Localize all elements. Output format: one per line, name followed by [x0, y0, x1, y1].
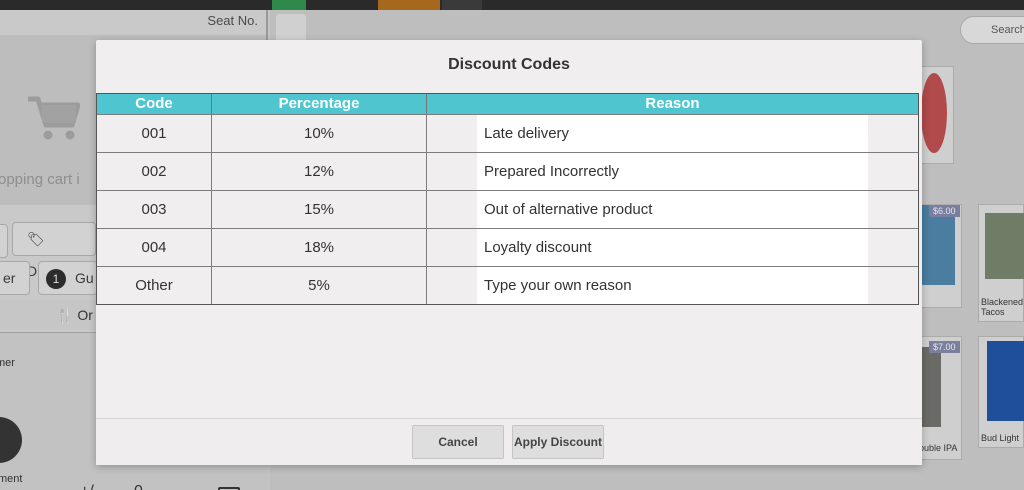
percentage-cell: 18% [212, 229, 427, 266]
discount-button[interactable]: 🏷 Discoun [12, 222, 96, 279]
tile-name: Bud Light [981, 433, 1020, 443]
tile-image [921, 205, 955, 285]
apply-discount-button[interactable]: Apply Discount [512, 425, 604, 459]
code-cell: 002 [97, 153, 212, 190]
payment-label: ment [0, 473, 23, 485]
code-cell: 001 [97, 115, 212, 152]
dialog-title: Discount Codes [448, 56, 570, 73]
side-button[interactable] [0, 224, 8, 258]
menu-tile[interactable]: Blackened Tacos [978, 204, 1024, 322]
order-button[interactable]: 🍴 Or [0, 300, 96, 330]
tile-name: Blackened Tacos [981, 297, 1024, 317]
payment-icon[interactable] [0, 417, 22, 463]
code-cell: Other [97, 267, 212, 304]
column-header-code: Code [97, 94, 212, 114]
tile-name: ouble IPA [919, 443, 958, 453]
tag-icon: 🏷 [27, 231, 45, 247]
order-type-label: er [3, 270, 16, 286]
table-row[interactable]: Other 5% Type your own reason [97, 266, 918, 304]
reason-cell: Type your own reason [427, 267, 918, 304]
customer-label: mer [0, 357, 15, 369]
reason-field[interactable]: Prepared Incorrectly [477, 153, 868, 190]
plus-minus-key[interactable]: +/- [80, 483, 99, 490]
column-header-percentage: Percentage [212, 94, 427, 114]
tab-indicator-gray [442, 0, 482, 10]
guests-label: Gu [75, 270, 94, 286]
tile-image [919, 347, 941, 427]
tile-image [987, 341, 1024, 421]
discount-codes-dialog: Discount Codes Code Percentage Reason 00… [96, 40, 922, 465]
search-placeholder: Search [991, 24, 1024, 36]
empty-cart-text: opping cart i [0, 171, 80, 188]
zero-key[interactable]: 0 [134, 483, 143, 490]
percentage-cell: 10% [212, 115, 427, 152]
percentage-cell: 12% [212, 153, 427, 190]
shopping-cart-icon [28, 96, 80, 140]
tab-indicator-green [272, 0, 306, 10]
reason-cell: Out of alternative product [427, 191, 918, 228]
search-input[interactable]: Search [960, 16, 1024, 44]
reason-cell: Late delivery [427, 115, 918, 152]
dialog-footer: Cancel Apply Discount [96, 418, 922, 465]
menu-tile[interactable]: Bud Light [978, 336, 1024, 448]
table-row[interactable]: 004 18% Loyalty discount [97, 228, 918, 266]
reason-cell: Prepared Incorrectly [427, 153, 918, 190]
table-row[interactable]: 002 12% Prepared Incorrectly [97, 152, 918, 190]
tab-indicator-orange [378, 0, 440, 10]
guest-count-badge: 1 [46, 269, 66, 289]
code-cell: 004 [97, 229, 212, 266]
seat-number-label: Seat No. [207, 13, 258, 28]
reason-cell: Loyalty discount [427, 229, 918, 266]
percentage-cell: 15% [212, 191, 427, 228]
percentage-cell: 5% [212, 267, 427, 304]
custom-reason-input[interactable]: Type your own reason [477, 267, 868, 304]
reason-field[interactable]: Out of alternative product [477, 191, 868, 228]
reason-field[interactable]: Loyalty discount [477, 229, 868, 266]
price-tag: $7.00 [929, 341, 960, 353]
column-header-reason: Reason [645, 95, 700, 112]
price-tag: $6.00 [929, 205, 960, 217]
table-row[interactable]: 003 15% Out of alternative product [97, 190, 918, 228]
top-bar [0, 0, 1024, 10]
menu-tile[interactable]: $7.00 ouble IPA [918, 336, 962, 460]
code-cell: 003 [97, 191, 212, 228]
table-row[interactable]: 001 10% Late delivery [97, 114, 918, 152]
order-type-button[interactable]: er [0, 261, 30, 295]
menu-tile[interactable] [918, 66, 954, 164]
discount-table: Code Percentage Reason 001 10% Late deli… [96, 93, 919, 305]
menu-tile[interactable]: $6.00 [918, 204, 962, 308]
fork-knife-icon: 🍴 [56, 307, 74, 323]
table-header: Code Percentage Reason [97, 94, 918, 114]
order-label: Or [77, 307, 93, 323]
cancel-button[interactable]: Cancel [412, 425, 504, 459]
logo-image [921, 73, 947, 153]
tile-image [985, 213, 1024, 279]
reason-field[interactable]: Late delivery [477, 115, 868, 152]
